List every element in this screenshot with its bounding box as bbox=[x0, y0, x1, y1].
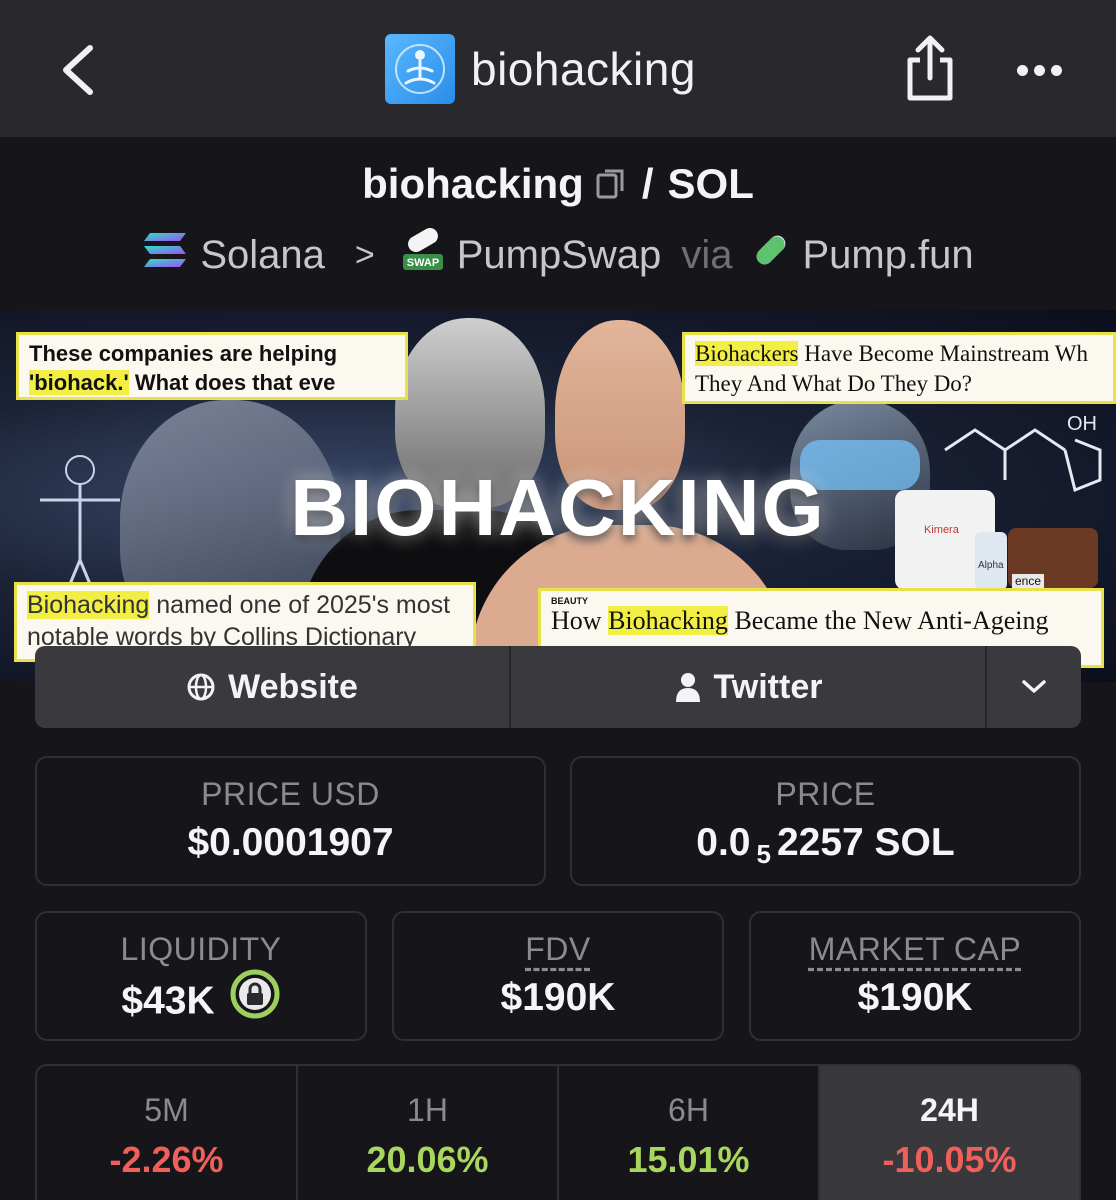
timeframe-label: 1H bbox=[407, 1092, 448, 1128]
price-usd-value: $0.0001907 bbox=[187, 821, 394, 864]
chain-name[interactable]: Solana bbox=[200, 233, 325, 278]
links-bar: Website Twitter bbox=[35, 646, 1081, 728]
pair-title: biohacking / SOL bbox=[0, 160, 1116, 211]
token-banner: Kimera Alpha ence OH These companies are… bbox=[0, 310, 1116, 682]
market-cap-label[interactable]: MARKET CAP bbox=[809, 931, 1021, 967]
page-title: biohacking bbox=[471, 43, 696, 95]
app-header: biohacking bbox=[385, 34, 696, 104]
dex-name[interactable]: PumpSwap bbox=[457, 233, 662, 278]
price-sol-label: PRICE bbox=[775, 776, 876, 812]
product-label: Alpha bbox=[978, 560, 1004, 571]
price-change: 20.06% bbox=[366, 1139, 489, 1180]
fdv-label[interactable]: FDV bbox=[525, 931, 591, 967]
banner-headline-1: These companies are helping'biohack.' Wh… bbox=[16, 332, 408, 400]
share-button[interactable] bbox=[898, 34, 962, 104]
liquidity-card: LIQUIDITY $43K bbox=[35, 911, 367, 1041]
top-bar: biohacking bbox=[0, 0, 1116, 137]
banner-title: BIOHACKING bbox=[290, 463, 826, 552]
chevron-down-icon bbox=[1022, 680, 1046, 693]
banner-headline-2: Biohackers Have Become Mainstream Wh They… bbox=[682, 332, 1116, 404]
share-icon bbox=[907, 35, 953, 101]
pumpswap-badge-text: SWAP bbox=[407, 257, 439, 269]
launchpad-name[interactable]: Pump.fun bbox=[802, 233, 973, 278]
timeframe-tabs: 5M -2.26% 1H 20.06% 6H 15.01% 24H -10.05… bbox=[35, 1064, 1081, 1200]
lock-icon[interactable] bbox=[229, 968, 281, 1030]
solana-icon bbox=[142, 231, 188, 279]
fdv-value: $190K bbox=[500, 976, 616, 1019]
pill-icon bbox=[752, 231, 790, 279]
product-label: ence bbox=[1012, 574, 1045, 588]
tab-24h[interactable]: 24H -10.05% bbox=[818, 1066, 1079, 1200]
market-cap-card: MARKET CAP $190K bbox=[749, 911, 1081, 1041]
price-change: -2.26% bbox=[109, 1139, 224, 1180]
price-change: -10.05% bbox=[882, 1139, 1017, 1180]
more-dot-icon bbox=[1016, 64, 1028, 76]
price-change: 15.01% bbox=[627, 1139, 750, 1180]
liquidity-label: LIQUIDITY bbox=[120, 931, 282, 967]
via-label: via bbox=[681, 232, 733, 277]
more-links-button[interactable] bbox=[985, 646, 1081, 728]
meditation-figure-icon bbox=[395, 44, 445, 94]
more-dot-icon bbox=[1033, 64, 1045, 76]
tab-1h[interactable]: 1H 20.06% bbox=[296, 1066, 557, 1200]
token-logo bbox=[385, 34, 455, 104]
pair-quote: SOL bbox=[667, 160, 754, 207]
tab-5m[interactable]: 5M -2.26% bbox=[37, 1066, 296, 1200]
user-icon bbox=[674, 672, 702, 702]
price-usd-label: PRICE USD bbox=[201, 776, 380, 812]
website-button[interactable]: Website bbox=[35, 646, 509, 728]
more-dot-icon bbox=[1050, 64, 1062, 76]
timeframe-label: 5M bbox=[144, 1092, 189, 1128]
copy-icon bbox=[596, 169, 624, 199]
price-sol-card: PRICE 0.0 5 2257 SOL bbox=[570, 756, 1081, 886]
more-options-button[interactable] bbox=[1008, 50, 1070, 90]
breadcrumb: Solana > SWAP PumpSwap via Pump.fun bbox=[0, 224, 1116, 282]
chevron-left-icon bbox=[63, 45, 93, 95]
breadcrumb-chevron: > bbox=[354, 235, 375, 274]
pumpswap-icon: SWAP bbox=[401, 224, 445, 282]
twitter-label: Twitter bbox=[713, 667, 823, 706]
pair-base: biohacking bbox=[362, 160, 584, 207]
copy-address-button[interactable] bbox=[596, 163, 626, 211]
globe-icon bbox=[186, 672, 216, 702]
timeframe-label: 24H bbox=[920, 1092, 979, 1128]
twitter-button[interactable]: Twitter bbox=[509, 646, 985, 728]
liquidity-value: $43K bbox=[37, 969, 365, 1030]
website-label: Website bbox=[228, 667, 358, 706]
tab-6h[interactable]: 6H 15.01% bbox=[557, 1066, 818, 1200]
svg-text:OH: OH bbox=[1067, 413, 1097, 435]
back-button[interactable] bbox=[52, 40, 102, 100]
price-usd-card: PRICE USD $0.0001907 bbox=[35, 756, 546, 886]
fdv-card: FDV $190K bbox=[392, 911, 724, 1041]
timeframe-label: 6H bbox=[668, 1092, 709, 1128]
pair-separator: / bbox=[641, 160, 654, 207]
price-sol-value: 0.0 5 2257 SOL bbox=[696, 821, 955, 869]
market-cap-value: $190K bbox=[857, 976, 973, 1019]
